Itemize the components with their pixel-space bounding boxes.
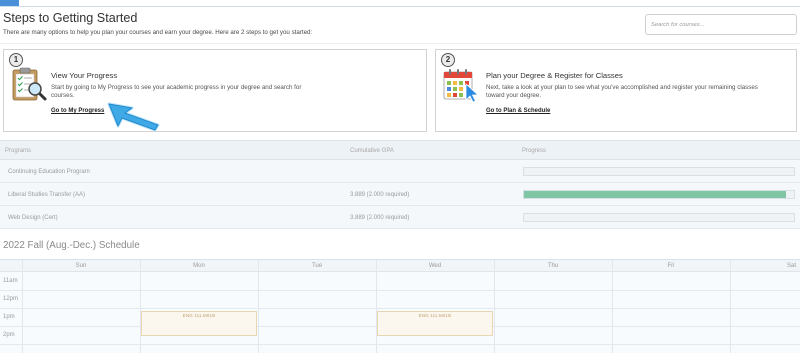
program-gpa: 3.889 (2.000 required)	[350, 192, 410, 198]
go-to-my-progress-link[interactable]: Go to My Progress	[51, 107, 104, 115]
programs-table-header: Programs Cumulative GPA Progress	[0, 141, 800, 160]
header-divider	[0, 43, 800, 44]
grid-line	[0, 308, 800, 309]
day-header-thu: Thu	[547, 263, 559, 269]
weekly-schedule-grid: Sun Mon Tue Wed Thu Fri Sat 11am 12pm 1p…	[0, 259, 800, 353]
program-row: Liberal Studies Transfer (AA) 3.889 (2.0…	[0, 183, 800, 206]
page-intro: There are many options to help you plan …	[3, 29, 313, 36]
day-header-wed: Wed	[428, 263, 442, 269]
program-name: Liberal Studies Transfer (AA)	[8, 192, 86, 198]
class-event-label: ENG 111.M01B	[418, 313, 452, 319]
column-header-progress: Progress	[522, 148, 547, 154]
grid-line	[0, 290, 800, 291]
step-description: Next, take a look at your plan to see wh…	[486, 84, 758, 99]
day-header-mon: Mon	[193, 263, 205, 269]
time-label: 1pm	[3, 314, 15, 320]
course-search-input[interactable]	[645, 14, 797, 35]
time-label: 2pm	[3, 332, 15, 338]
page-title: Steps to Getting Started	[3, 11, 138, 25]
day-header-sun: Sun	[75, 263, 87, 269]
pointer-arrow-icon	[107, 102, 160, 132]
clipboard-magnifier-icon	[12, 67, 47, 101]
step-card-plan-degree: 2 Plan your Degree & Register for Classe…	[435, 49, 797, 132]
program-name: Continuing Education Program	[8, 169, 90, 175]
step-description: Start by going to My Progress to see you…	[51, 84, 302, 99]
class-event[interactable]: ENG 111.M01B	[377, 311, 493, 337]
go-to-plan-schedule-link[interactable]: Go to Plan & Schedule	[486, 107, 550, 115]
top-nav-bar	[0, 0, 800, 7]
step-number-badge: 1	[9, 53, 23, 67]
grid-line	[494, 260, 495, 353]
day-header-tue: Tue	[311, 263, 323, 269]
day-header-fri: Fri	[667, 263, 675, 269]
step-number-badge: 2	[441, 53, 455, 67]
schedule-title: 2022 Fall (Aug.-Dec.) Schedule	[3, 240, 140, 251]
grid-line	[612, 260, 613, 353]
program-row: Continuing Education Program	[0, 160, 800, 183]
class-event[interactable]: ENG 111.M01B	[141, 311, 257, 337]
class-event-label: ENG 111.M01B	[182, 313, 216, 319]
calendar-icon	[443, 69, 480, 102]
progress-bar	[523, 190, 795, 199]
progress-bar	[523, 213, 795, 222]
time-label: 12pm	[3, 296, 19, 302]
column-header-gpa: Cumulative GPA	[350, 148, 394, 154]
time-label: 11am	[3, 278, 18, 284]
progress-bar-fill	[524, 191, 786, 198]
step-card-view-progress: 1 View Your Progress Start by going to M…	[3, 49, 427, 132]
progress-bar	[523, 167, 795, 176]
grid-line	[258, 260, 259, 353]
step-title: Plan your Degree & Register for Classes	[486, 71, 623, 80]
grid-line	[376, 260, 377, 353]
step-title: View Your Progress	[51, 71, 118, 80]
day-header-sat: Sat	[786, 263, 796, 269]
top-nav-tab[interactable]	[0, 0, 19, 6]
program-name: Web Design (Cert)	[8, 215, 58, 221]
grid-line	[0, 344, 800, 345]
column-header-programs: Programs	[5, 148, 32, 154]
grid-line	[730, 260, 731, 353]
program-row: Web Design (Cert) 3.889 (2.000 required)	[0, 206, 800, 229]
grid-line	[22, 260, 23, 353]
programs-table: Programs Cumulative GPA Progress Continu…	[0, 140, 800, 229]
grid-line	[140, 260, 141, 353]
program-gpa: 3.889 (2.000 required)	[350, 215, 410, 221]
